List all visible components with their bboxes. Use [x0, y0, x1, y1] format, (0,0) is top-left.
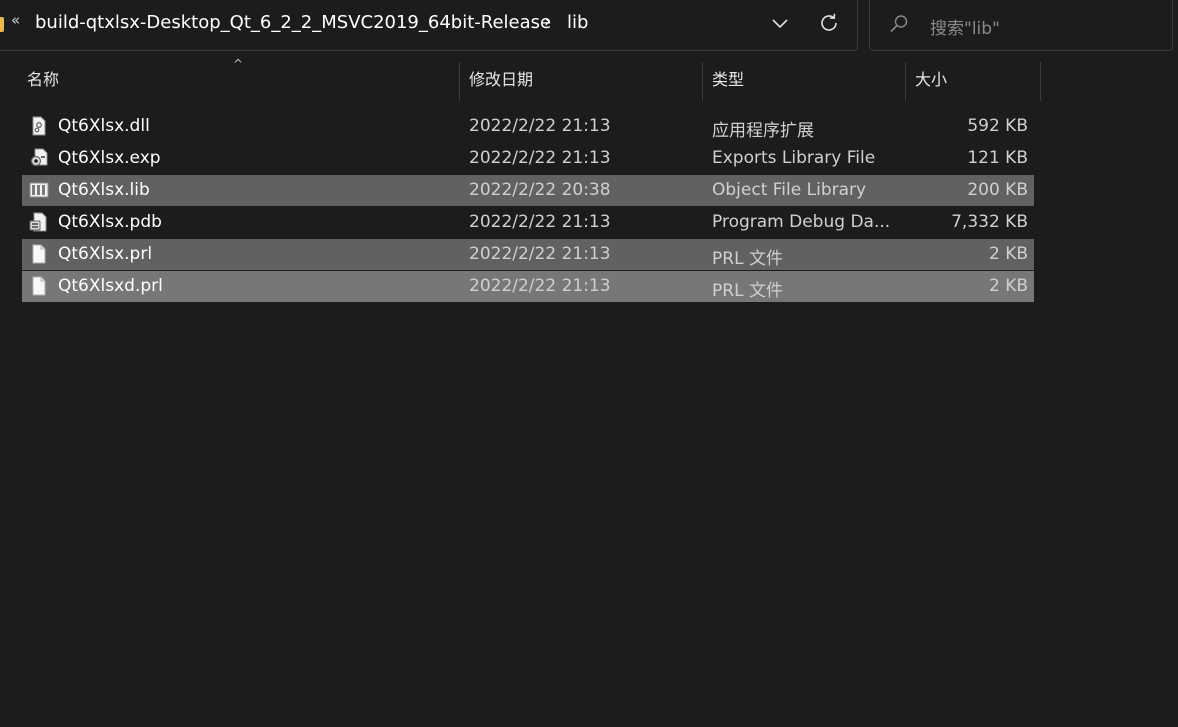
- column-header-name[interactable]: 名称: [27, 66, 59, 90]
- file-date: 2022/2/22 21:13: [469, 244, 611, 264]
- breadcrumb-item-lib[interactable]: lib: [567, 12, 588, 33]
- file-size: 592 KB: [967, 116, 1028, 136]
- file-type: PRL 文件: [712, 281, 783, 301]
- file-size: 2 KB: [988, 276, 1028, 296]
- file-name: Qt6Xlsx.prl: [58, 244, 153, 264]
- column-header-type[interactable]: 类型: [712, 66, 744, 90]
- search-icon: [890, 15, 908, 33]
- file-date: 2022/2/22 20:38: [469, 180, 611, 200]
- generic-file-icon: [32, 276, 46, 296]
- file-size: 121 KB: [967, 148, 1028, 168]
- file-row[interactable]: Qt6Xlsx.exp 2022/2/22 21:13 Exports Libr…: [22, 143, 1034, 174]
- search-placeholder: 搜索"lib": [930, 19, 1000, 39]
- lib-file-icon: [29, 182, 49, 198]
- file-type: 应用程序扩展: [712, 121, 814, 141]
- column-header-date[interactable]: 修改日期: [469, 66, 533, 90]
- file-row[interactable]: Qt6Xlsx.dll 2022/2/22 21:13 应用程序扩展 592 K…: [22, 111, 1034, 142]
- file-date: 2022/2/22 21:13: [469, 148, 611, 168]
- file-type: Program Debug Da...: [712, 212, 891, 232]
- sort-ascending-icon: ^: [233, 57, 244, 71]
- file-type: PRL 文件: [712, 249, 783, 269]
- file-size: 2 KB: [988, 244, 1028, 264]
- file-type: Object File Library: [712, 180, 867, 200]
- file-name: Qt6Xlsx.dll: [58, 116, 150, 136]
- column-divider[interactable]: [702, 62, 703, 101]
- chevron-down-icon[interactable]: [769, 13, 791, 35]
- pdb-file-icon: [29, 212, 47, 232]
- file-size: 7,332 KB: [951, 212, 1028, 232]
- exp-file-icon: [30, 148, 48, 167]
- dll-file-icon: [32, 116, 46, 136]
- file-row[interactable]: Qt6Xlsx.prl 2022/2/22 21:13 PRL 文件 2 KB: [22, 239, 1034, 270]
- breadcrumb-item-build-folder[interactable]: build-qtxlsx-Desktop_Qt_6_2_2_MSVC2019_6…: [35, 12, 551, 33]
- column-divider[interactable]: [905, 62, 906, 101]
- file-row[interactable]: Qt6Xlsxd.prl 2022/2/22 21:13 PRL 文件 2 KB: [22, 271, 1034, 302]
- file-date: 2022/2/22 21:13: [469, 116, 611, 136]
- breadcrumb-separator-icon[interactable]: ›: [544, 11, 551, 32]
- file-name: Qt6Xlsxd.prl: [58, 276, 163, 296]
- file-name: Qt6Xlsx.pdb: [58, 212, 162, 232]
- breadcrumb-overflow-button[interactable]: «: [11, 11, 20, 29]
- search-input[interactable]: 搜索"lib": [869, 0, 1173, 51]
- file-size: 200 KB: [967, 180, 1028, 200]
- file-name: Qt6Xlsx.lib: [58, 180, 150, 200]
- folder-icon: [0, 17, 4, 32]
- file-name: Qt6Xlsx.exp: [58, 148, 161, 168]
- file-type: Exports Library File: [712, 148, 876, 168]
- column-header-size[interactable]: 大小: [915, 66, 947, 90]
- file-row[interactable]: Qt6Xlsx.lib 2022/2/22 20:38 Object File …: [22, 175, 1034, 206]
- address-bar[interactable]: « build-qtxlsx-Desktop_Qt_6_2_2_MSVC2019…: [0, 0, 858, 51]
- file-date: 2022/2/22 21:13: [469, 212, 611, 232]
- generic-file-icon: [32, 244, 46, 264]
- refresh-icon[interactable]: [817, 11, 841, 35]
- file-date: 2022/2/22 21:13: [469, 276, 611, 296]
- file-row[interactable]: Qt6Xlsx.pdb 2022/2/22 21:13 Program Debu…: [22, 207, 1034, 238]
- column-divider[interactable]: [1040, 62, 1041, 101]
- column-divider[interactable]: [459, 62, 460, 101]
